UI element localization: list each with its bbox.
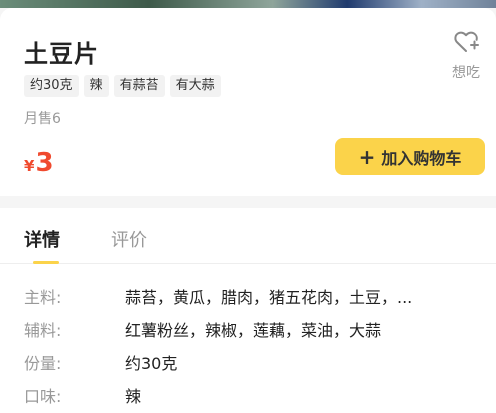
active-tab-indicator — [33, 261, 59, 264]
tag-portion: 约30克 — [24, 75, 79, 97]
tab-details[interactable]: 详情 — [24, 226, 60, 252]
favorite-button[interactable]: 想吃 — [446, 30, 486, 90]
detail-key: 主料: — [24, 288, 62, 307]
detail-section: 详情 评价 主料: 蒜苔，黄瓜，腊肉，猪五花肉，土豆，... 辅料: 红薯粉丝，… — [0, 208, 496, 413]
add-to-cart-button[interactable]: + 加入购物车 — [335, 138, 485, 175]
plus-icon: + — [358, 144, 376, 169]
detail-row-portion: 份量: 约30克 — [0, 350, 496, 378]
heart-plus-icon — [454, 31, 479, 52]
detail-key: 辅料: — [24, 321, 62, 340]
detail-value: 红薯粉丝，辣椒，莲藕，菜油，大蒜 — [125, 321, 382, 340]
tag-garlic-sprout: 有蒜苔 — [113, 75, 165, 97]
price-currency: ¥ — [24, 157, 35, 175]
add-to-cart-label: 加入购物车 — [381, 148, 462, 168]
price-amount: 3 — [35, 148, 54, 178]
tag-garlic: 有大蒜 — [169, 75, 221, 97]
product-card: 土豆片 想吃 约30克 辣 有蒜苔 有大蒜 月售6 ¥ 3 + 加入购物车 — [0, 8, 496, 196]
tag-spicy: 辣 — [83, 75, 109, 97]
tab-reviews[interactable]: 评价 — [111, 226, 147, 252]
tab-bar: 详情 评价 — [0, 208, 496, 264]
detail-value: 约30克 — [125, 354, 178, 373]
detail-key: 口味: — [24, 387, 62, 406]
favorite-label: 想吃 — [452, 65, 480, 81]
detail-row-main-ingredients: 主料: 蒜苔，黄瓜，腊肉，猪五花肉，土豆，... — [0, 284, 496, 312]
detail-value: 蒜苔，黄瓜，腊肉，猪五花肉，土豆，... — [125, 288, 413, 307]
product-detail-page: 土豆片 想吃 约30克 辣 有蒜苔 有大蒜 月售6 ¥ 3 + 加入购物车 详情 — [0, 0, 496, 413]
product-photo — [0, 0, 496, 8]
product-title: 土豆片 — [24, 40, 99, 68]
price: ¥ 3 — [24, 148, 54, 178]
monthly-sales: 月售6 — [24, 111, 61, 127]
detail-key: 份量: — [24, 354, 62, 373]
detail-value: 辣 — [125, 387, 142, 406]
detail-row-flavor: 口味: 辣 — [0, 383, 496, 411]
detail-row-side-ingredients: 辅料: 红薯粉丝，辣椒，莲藕，菜油，大蒜 — [0, 317, 496, 345]
tag-list: 约30克 辣 有蒜苔 有大蒜 — [24, 75, 221, 97]
